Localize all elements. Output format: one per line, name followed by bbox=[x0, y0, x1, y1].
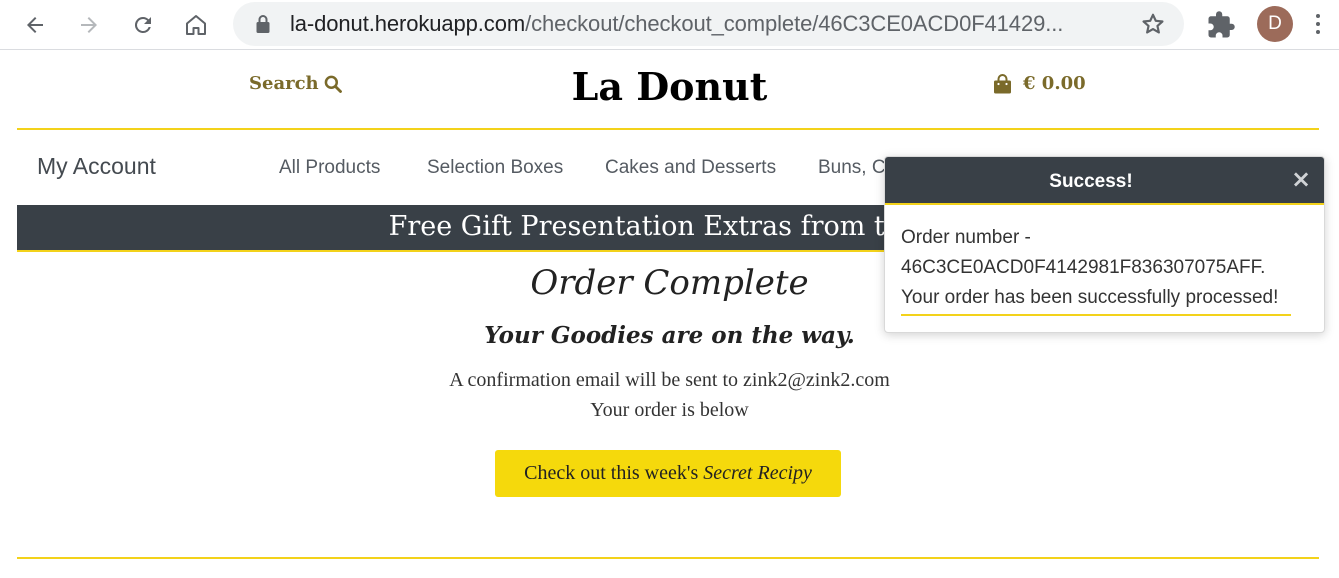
secret-recipe-button[interactable]: Check out this week's Secret Recipy bbox=[495, 450, 841, 497]
url-text: la-donut.herokuapp.com/checkout/checkout… bbox=[290, 11, 1063, 37]
toast-underline bbox=[901, 314, 1291, 316]
back-icon bbox=[27, 17, 43, 33]
order-below-text: Your order is below bbox=[590, 399, 749, 421]
brand-logo[interactable]: La Donut bbox=[0, 64, 1339, 109]
url-host: la-donut.herokuapp.com bbox=[290, 11, 526, 36]
success-toast: Success! × Order number - 46C3CE0ACD0F41… bbox=[884, 156, 1325, 333]
shopping-bag-icon bbox=[994, 73, 1011, 93]
secret-recipe-button-italic: Secret Recipy bbox=[703, 462, 812, 484]
close-icon[interactable]: × bbox=[1291, 167, 1311, 191]
star-icon[interactable] bbox=[1140, 11, 1166, 37]
site-page: Search La Donut € 0.00 My Account All Pr… bbox=[0, 50, 1339, 578]
extensions-icon[interactable] bbox=[1206, 10, 1236, 40]
forward-button[interactable] bbox=[72, 8, 106, 42]
toast-line-order-number: 46C3CE0ACD0F4142981F836307075AFF. bbox=[901, 257, 1266, 278]
toast-header: Success! × bbox=[885, 157, 1324, 205]
nav-item-cakes-and-desserts[interactable]: Cakes and Desserts bbox=[605, 157, 776, 179]
toast-line-order-label: Order number - bbox=[901, 227, 1031, 248]
menu-icon[interactable] bbox=[1312, 8, 1324, 40]
address-bar[interactable]: la-donut.herokuapp.com/checkout/checkout… bbox=[233, 2, 1184, 46]
toast-line-processed: Your order has been successfully process… bbox=[901, 287, 1279, 308]
toast-message: Order number - 46C3CE0ACD0F4142981F83630… bbox=[901, 223, 1311, 313]
nav-item-buns[interactable]: Buns, C bbox=[818, 157, 886, 179]
secret-recipe-button-prefix: Check out this week's bbox=[524, 462, 699, 484]
profile-avatar[interactable]: D bbox=[1257, 6, 1293, 42]
lock-icon bbox=[256, 15, 270, 33]
my-account-link[interactable]: My Account bbox=[37, 153, 156, 180]
forward-icon bbox=[81, 17, 97, 33]
nav-item-selection-boxes[interactable]: Selection Boxes bbox=[427, 157, 563, 179]
footer-divider bbox=[17, 557, 1319, 559]
toast-title: Success! bbox=[1049, 171, 1133, 192]
home-icon bbox=[186, 15, 206, 35]
back-button[interactable] bbox=[18, 8, 52, 42]
brand-name: La Donut bbox=[571, 64, 768, 109]
confirmation-email-text: A confirmation email will be sent to zin… bbox=[449, 369, 890, 391]
cart-total: € 0.00 bbox=[1023, 73, 1086, 94]
reload-button[interactable] bbox=[126, 8, 160, 42]
url-path: /checkout/checkout_complete/46C3CE0ACD0F… bbox=[525, 11, 1064, 36]
cart-link[interactable]: € 0.00 bbox=[993, 73, 1086, 94]
reload-icon bbox=[134, 16, 151, 33]
home-button[interactable] bbox=[179, 8, 213, 42]
nav-item-all-products[interactable]: All Products bbox=[279, 157, 380, 179]
browser-toolbar: la-donut.herokuapp.com/checkout/checkout… bbox=[0, 0, 1339, 50]
header-divider bbox=[17, 128, 1319, 130]
